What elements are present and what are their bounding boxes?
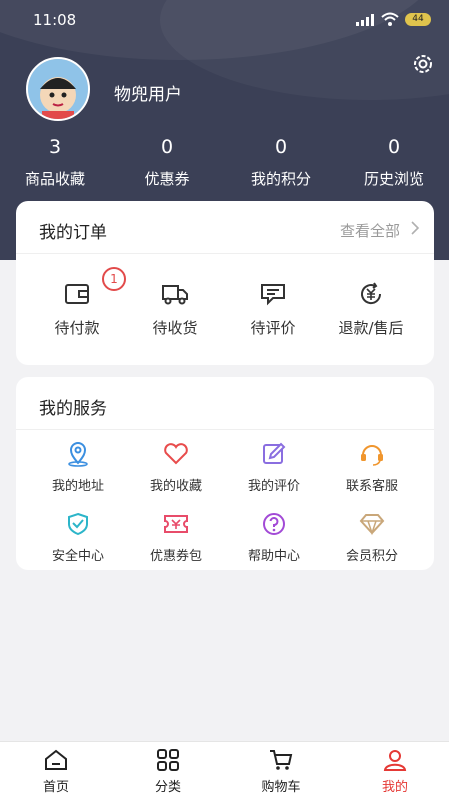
pending-payment-badge: 1 [102,267,126,291]
tab-label: 分类 [154,780,181,795]
service-help-center[interactable]: 帮助中心 [226,511,322,564]
order-item-label: 退款/售后 [338,319,404,337]
tab-label: 购物车 [261,780,301,795]
divider [16,253,434,254]
refund-icon [361,282,382,305]
wallet-icon [65,284,89,304]
service-label: 安全中心 [51,549,104,564]
service-member-points[interactable]: 会员积分 [324,511,420,564]
service-my-address[interactable]: 我的地址 [30,441,126,494]
stat-label: 商品收藏 [24,170,85,188]
divider [16,429,434,430]
service-customer-support[interactable]: 联系客服 [324,441,420,494]
help-icon [263,513,285,535]
status-time: 11:08 [33,11,77,29]
order-item-label: 待付款 [54,319,100,337]
heart-icon [164,443,188,465]
tab-label: 首页 [42,780,69,795]
wifi-icon [381,12,399,26]
view-all-orders-link[interactable]: 查看全部 [340,220,400,241]
stat-label: 优惠券 [144,170,190,188]
stat-label: 历史浏览 [363,170,424,188]
order-pending-receipt[interactable]: 待收货 [125,281,225,338]
stat-value: 0 [387,136,401,158]
orders-card: 我的订单 查看全部 待付款 待收货 待评价 退款/售后 [16,201,434,365]
service-label: 我的收藏 [149,479,202,494]
cart-icon [270,750,293,770]
service-label: 帮助中心 [247,549,300,564]
stat-value: 0 [274,136,288,158]
stat-value: 3 [48,136,62,158]
service-my-favorites[interactable]: 我的收藏 [128,441,224,494]
diamond-icon [359,514,385,536]
chevron-right-icon[interactable] [408,219,422,237]
tab-home[interactable]: 首页 [16,748,96,795]
avatar[interactable] [26,57,90,121]
avatar-image [28,59,88,119]
order-item-label: 待评价 [250,319,296,337]
battery-icon: 44 [405,13,431,26]
home-icon [45,749,67,770]
tab-category[interactable]: 分类 [128,748,208,795]
ticket-icon [164,515,188,533]
signal-icon [356,14,374,26]
category-icon [157,749,179,771]
stat-value: 0 [160,136,174,158]
service-label: 我的评价 [247,479,300,494]
tab-mine[interactable]: 我的 [355,748,435,795]
order-refund[interactable]: 退款/售后 [321,281,421,338]
service-label: 联系客服 [345,479,398,494]
service-label: 会员积分 [345,549,398,564]
tab-cart[interactable]: 购物车 [241,748,321,795]
order-item-label: 待收货 [152,319,198,337]
service-label: 优惠券包 [149,549,202,564]
stat-coupons[interactable]: 0 优惠券 [112,136,222,189]
services-card: 我的服务 我的地址 我的收藏 我的评价 联系客服 安全中心 优惠券包 帮助中心 … [16,377,434,570]
location-icon [68,442,88,467]
user-icon [383,750,407,771]
stat-favorites[interactable]: 3 商品收藏 [0,136,110,189]
tab-label: 我的 [381,780,408,795]
edit-icon [263,442,286,464]
username[interactable]: 物兜用户 [114,80,182,105]
order-pending-review[interactable]: 待评价 [223,281,323,338]
stat-points[interactable]: 0 我的积分 [226,136,336,189]
status-bar: 11:08 44 [0,0,449,40]
service-label: 我的地址 [51,479,104,494]
bottom-tab-bar: 首页 分类 购物车 我的 [0,741,449,800]
stat-label: 我的积分 [250,170,311,188]
settings-gear-icon[interactable] [411,52,435,76]
shield-icon [68,512,88,536]
service-security-center[interactable]: 安全中心 [30,511,126,564]
headset-icon [361,445,383,466]
truck-icon [162,285,188,305]
services-title: 我的服务 [39,399,107,419]
service-coupon-pack[interactable]: 优惠券包 [128,511,224,564]
orders-title: 我的订单 [39,223,107,243]
stat-history[interactable]: 0 历史浏览 [339,136,449,189]
comment-icon [261,284,285,306]
service-my-reviews[interactable]: 我的评价 [226,441,322,494]
